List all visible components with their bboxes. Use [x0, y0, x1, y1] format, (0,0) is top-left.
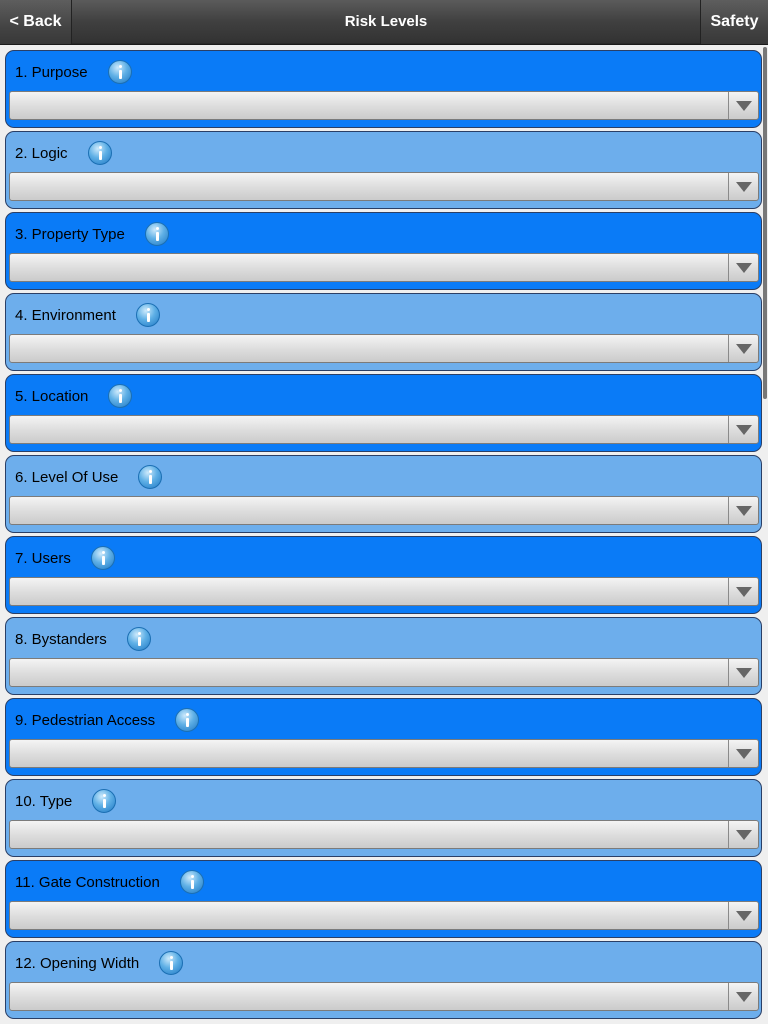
question-select[interactable]: [9, 172, 759, 201]
info-icon[interactable]: [126, 627, 151, 651]
question-card-users: 7. Users: [5, 536, 762, 614]
question-card-opening-width: 12. Opening Width: [5, 941, 762, 1019]
scrollbar[interactable]: [763, 47, 767, 399]
dropdown-arrow-icon[interactable]: [728, 416, 758, 443]
risk-form[interactable]: 1. Purpose 2. Logic 3. Property Type 4. …: [0, 45, 768, 1024]
question-label: 4. Environment: [15, 306, 116, 324]
dropdown-arrow-icon[interactable]: [728, 740, 758, 767]
question-card-property-type: 3. Property Type: [5, 212, 762, 290]
info-icon[interactable]: [144, 222, 169, 246]
question-select[interactable]: [9, 91, 759, 120]
dropdown-arrow-icon[interactable]: [728, 254, 758, 281]
question-label: 9. Pedestrian Access: [15, 711, 156, 729]
question-label: 2. Logic: [15, 144, 68, 162]
question-card-bystanders: 8. Bystanders: [5, 617, 762, 695]
question-select[interactable]: [9, 982, 759, 1011]
safety-button[interactable]: Safety: [700, 0, 768, 44]
question-label: 3. Property Type: [15, 225, 125, 243]
question-card-level-of-use: 6. Level Of Use: [5, 455, 762, 533]
question-card-pedestrian-access: 9. Pedestrian Access: [5, 698, 762, 776]
question-select[interactable]: [9, 577, 759, 606]
question-label: 10. Type: [15, 792, 73, 810]
question-label: 5. Location: [15, 387, 89, 405]
nav-bar: < Back Risk Levels Safety: [0, 0, 768, 44]
dropdown-arrow-icon[interactable]: [728, 659, 758, 686]
question-card-purpose: 1. Purpose: [5, 50, 762, 128]
dropdown-arrow-icon[interactable]: [728, 983, 758, 1010]
info-icon[interactable]: [175, 708, 200, 732]
info-icon[interactable]: [159, 951, 184, 975]
info-icon[interactable]: [179, 870, 204, 894]
info-icon[interactable]: [138, 465, 163, 489]
dropdown-arrow-icon[interactable]: [728, 578, 758, 605]
info-icon[interactable]: [108, 384, 133, 408]
question-select[interactable]: [9, 253, 759, 282]
question-label: 7. Users: [15, 549, 71, 567]
question-label: 12. Opening Width: [15, 954, 140, 972]
question-select[interactable]: [9, 901, 759, 930]
question-label: 6. Level Of Use: [15, 468, 119, 486]
dropdown-arrow-icon[interactable]: [728, 497, 758, 524]
question-card-location: 5. Location: [5, 374, 762, 452]
question-select[interactable]: [9, 820, 759, 849]
question-card-logic: 2. Logic: [5, 131, 762, 209]
question-card-gate-construction: 11. Gate Construction: [5, 860, 762, 938]
question-select[interactable]: [9, 496, 759, 525]
question-select[interactable]: [9, 739, 759, 768]
info-icon[interactable]: [135, 303, 160, 327]
question-card-type: 10. Type: [5, 779, 762, 857]
question-label: 8. Bystanders: [15, 630, 107, 648]
question-select[interactable]: [9, 334, 759, 363]
dropdown-arrow-icon[interactable]: [728, 821, 758, 848]
page-title: Risk Levels: [344, 13, 428, 30]
info-icon[interactable]: [107, 60, 132, 84]
question-select[interactable]: [9, 658, 759, 687]
dropdown-arrow-icon[interactable]: [728, 902, 758, 929]
question-label: 1. Purpose: [15, 63, 88, 81]
dropdown-arrow-icon[interactable]: [728, 92, 758, 119]
back-button[interactable]: < Back: [0, 0, 72, 44]
question-label: 11. Gate Construction: [15, 873, 160, 891]
info-icon[interactable]: [87, 141, 112, 165]
info-icon[interactable]: [92, 789, 117, 813]
dropdown-arrow-icon[interactable]: [728, 335, 758, 362]
question-card-environment: 4. Environment: [5, 293, 762, 371]
info-icon[interactable]: [90, 546, 115, 570]
question-select[interactable]: [9, 415, 759, 444]
dropdown-arrow-icon[interactable]: [728, 173, 758, 200]
